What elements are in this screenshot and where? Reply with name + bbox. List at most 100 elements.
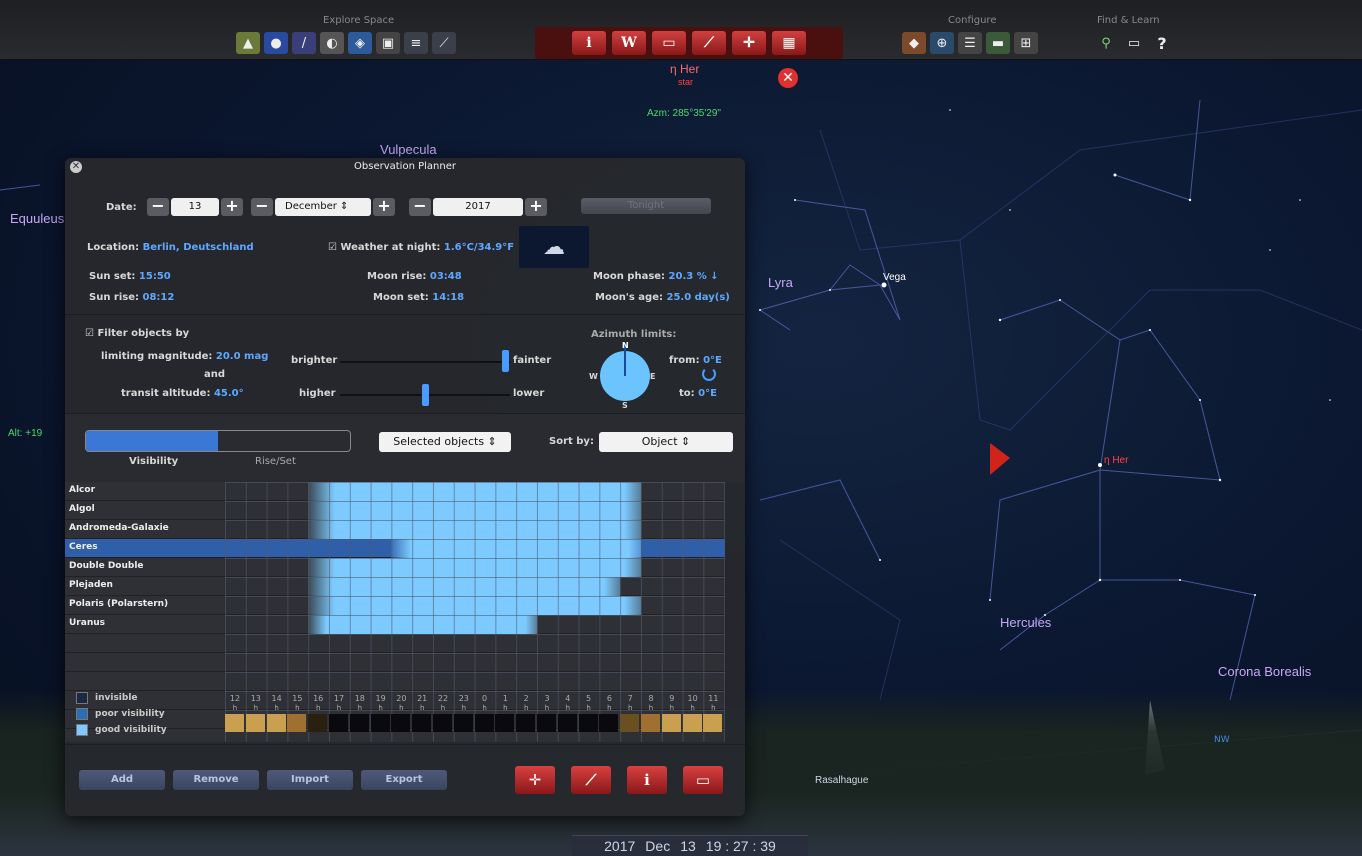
visibility-bar <box>308 501 641 520</box>
table-row[interactable]: Andromeda-Galaxie <box>65 520 725 539</box>
display-icon[interactable]: ▬ <box>986 32 1010 54</box>
year-decrement-button[interactable]: − <box>409 198 431 216</box>
filter-objects-checkbox[interactable]: ☑ Filter objects by <box>85 328 189 339</box>
selected-star-marker[interactable]: η Her <box>1104 455 1128 466</box>
hour-unit: h <box>648 704 654 712</box>
landscape-icon[interactable]: ▲ <box>236 32 260 54</box>
table-row[interactable]: Polaris (Polarstern) <box>65 596 725 615</box>
object-info-overlay: η Her star ✕ Azm: 285°35'29" <box>575 62 805 122</box>
object-set-select[interactable]: Selected objects ⇕ <box>379 432 511 452</box>
checkbox-checked-icon[interactable]: ☑ <box>328 242 337 253</box>
telescope-icon[interactable]: ⟋ <box>692 31 726 55</box>
sky-condition-cell <box>453 714 473 732</box>
hour-unit: h <box>274 704 279 712</box>
table-row[interactable]: Algol <box>65 501 725 520</box>
add-panel-icon[interactable]: ⊞ <box>1014 32 1038 54</box>
tab-riseset[interactable] <box>218 431 350 451</box>
export-button[interactable]: Export <box>361 770 447 790</box>
higher-label: higher <box>299 388 336 399</box>
sky-condition-cell <box>287 714 307 732</box>
explore-space-label: Explore Space <box>323 15 395 26</box>
day-field[interactable]: 13 <box>171 198 219 216</box>
legend-good: good visibility <box>95 725 167 735</box>
center-object-button[interactable]: ✛ <box>515 766 555 794</box>
info-button[interactable]: i <box>627 766 667 794</box>
location-value[interactable]: Berlin, Deutschland <box>143 242 254 253</box>
table-row[interactable]: Alcor <box>65 482 725 501</box>
year-increment-button[interactable]: + <box>525 198 547 216</box>
datetime-month[interactable]: Dec <box>645 838 670 854</box>
globe-icon[interactable]: ⊕ <box>930 32 954 54</box>
info-panel-icon[interactable]: ▣ <box>376 32 400 54</box>
sort-select[interactable]: Object ⇕ <box>599 432 733 452</box>
visibility-bar <box>391 539 641 558</box>
hour-unit: h <box>295 704 300 712</box>
help-icon[interactable]: ? <box>1150 32 1174 54</box>
datetime-time[interactable]: 19 : 27 : 39 <box>706 838 776 854</box>
hour-label: 20 <box>396 694 407 703</box>
planet-icon[interactable]: ● <box>264 32 288 54</box>
datetime-bar[interactable]: 2017 Dec 13 19 : 27 : 39 <box>572 835 808 856</box>
telescope-button[interactable]: ⟋ <box>571 766 611 794</box>
month-decrement-button[interactable]: − <box>251 198 273 216</box>
location-text: Location: Berlin, Deutschland <box>87 242 254 253</box>
table-row[interactable]: Plejaden <box>65 577 725 596</box>
rotate-icon[interactable] <box>702 367 716 381</box>
satellite-icon[interactable]: ◈ <box>348 32 372 54</box>
hour-unit: h <box>523 704 529 712</box>
hour-label: 1 <box>502 694 508 703</box>
calendar-icon[interactable]: ▦ <box>772 31 806 55</box>
sun-set-label: Sun set: <box>89 271 136 282</box>
close-icon[interactable]: ✕ <box>70 161 82 173</box>
constellation-lines-icon[interactable]: / <box>292 32 316 54</box>
to-label: to: <box>679 388 695 399</box>
configure-label: Configure <box>948 15 997 26</box>
checkbox-checked-icon[interactable]: ☑ <box>85 328 94 339</box>
magnitude-slider-knob[interactable] <box>502 350 509 372</box>
empty-row <box>65 653 725 672</box>
book-icon[interactable]: ▭ <box>652 31 686 55</box>
wikipedia-icon[interactable]: W <box>612 31 646 55</box>
tonight-button[interactable]: Tonight <box>581 198 711 214</box>
settings-icon[interactable]: ◆ <box>902 32 926 54</box>
hour-label: 22 <box>437 694 449 703</box>
constellation-vulpecula: Vulpecula <box>380 142 437 157</box>
weather-value: 1.6°C/34.9°F <box>443 242 515 253</box>
sky-condition-cell <box>703 714 723 732</box>
day-increment-button[interactable]: + <box>221 198 243 216</box>
datetime-year[interactable]: 2017 <box>604 838 635 854</box>
month-increment-button[interactable]: + <box>373 198 395 216</box>
guide-button[interactable]: ▭ <box>683 766 723 794</box>
hour-label: 10 <box>687 694 698 703</box>
center-object-icon[interactable]: ✛ <box>732 31 766 55</box>
search-icon[interactable]: ⚲ <box>1094 32 1118 54</box>
hour-label: 3 <box>544 694 550 703</box>
moon-rise-label: Moon rise: <box>367 271 427 282</box>
tab-visibility[interactable] <box>86 431 218 451</box>
hour-label: 7 <box>627 694 633 703</box>
from-label: from: <box>669 355 700 366</box>
meteor-icon[interactable]: ⟋ <box>432 32 456 54</box>
sliders-icon[interactable]: ☰ <box>958 32 982 54</box>
guide-book-icon[interactable]: ▭ <box>1122 32 1146 54</box>
add-button[interactable]: Add <box>79 770 165 790</box>
magnitude-slider-track[interactable] <box>340 361 510 363</box>
weather-text: ☑ Weather at night: 1.6°C/34.9°F <box>328 242 514 253</box>
day-decrement-button[interactable]: − <box>147 198 169 216</box>
deep-sky-icon[interactable]: ◐ <box>320 32 344 54</box>
compass-e: E <box>650 372 656 381</box>
grid-icon[interactable]: ≡ <box>404 32 428 54</box>
hour-unit: h <box>399 704 404 712</box>
remove-button[interactable]: Remove <box>173 770 259 790</box>
table-row[interactable]: Double Double <box>65 558 725 577</box>
table-row[interactable]: Ceres <box>65 539 725 558</box>
close-icon[interactable]: ✕ <box>778 68 798 88</box>
year-field[interactable]: 2017 <box>433 198 523 216</box>
altitude-slider-knob[interactable] <box>422 384 429 406</box>
info-icon[interactable]: i <box>572 31 606 55</box>
month-select[interactable]: December ⇕ <box>275 198 371 216</box>
datetime-day[interactable]: 13 <box>680 838 696 854</box>
import-button[interactable]: Import <box>267 770 353 790</box>
sun-rise-value: 08:12 <box>142 292 175 303</box>
table-row[interactable]: Uranus <box>65 615 725 634</box>
